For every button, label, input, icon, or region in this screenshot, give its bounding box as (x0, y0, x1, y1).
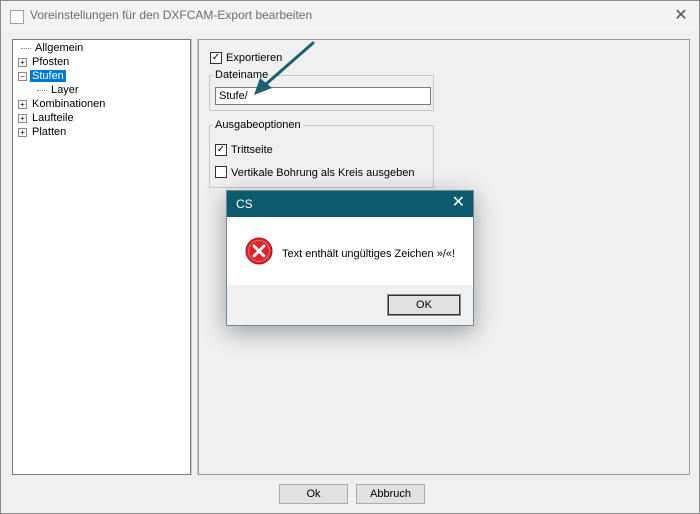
tree-item-label: Platten (32, 126, 67, 138)
cancel-button[interactable]: Abbruch (356, 484, 425, 504)
app-icon (10, 10, 24, 24)
error-dialog: CS ✕ Text enthält ungültiges Zeichen »/«… (226, 190, 474, 326)
tree-item-pfosten[interactable]: + Pfosten (18, 56, 71, 69)
tree-item-platten[interactable]: + Platten (18, 126, 68, 139)
tree-item-laufteile[interactable]: + Laufteile (18, 112, 76, 125)
collapse-icon[interactable]: − (18, 71, 27, 81)
settings-tree[interactable]: Allgemein + Pfosten − Stufen Layer + Kombin… (12, 39, 191, 475)
dialog-titlebar[interactable]: CS ✕ (227, 191, 473, 217)
dialog-ok-button[interactable]: OK (387, 294, 461, 316)
tree-item-label: Laufteile (32, 112, 74, 124)
dialog-close-icon[interactable]: ✕ (452, 194, 465, 212)
trittseite-checkbox[interactable]: ✓ (215, 144, 227, 156)
vertical-drilling-label: Vertikale Bohrung als Kreis ausgeben (231, 167, 415, 179)
tree-item-allgemein[interactable]: Allgemein (21, 42, 85, 55)
window-titlebar[interactable]: Voreinstellungen für den DXFCAM-Export b… (1, 1, 699, 31)
expand-icon[interactable]: + (18, 57, 27, 67)
tree-item-stufen[interactable]: − Stufen (18, 70, 66, 83)
tree-item-label: Layer (51, 84, 79, 96)
expand-icon[interactable]: + (18, 99, 27, 109)
tree-item-layer[interactable]: Layer (37, 84, 81, 97)
output-options-legend: Ausgabeoptionen (215, 119, 301, 131)
tree-item-label: Stufen (30, 70, 66, 82)
filename-group-legend: Dateiname (215, 69, 269, 81)
expand-icon[interactable]: + (18, 127, 27, 137)
tree-item-kombinationen[interactable]: + Kombinationen (18, 98, 107, 111)
tree-item-label: Allgemein (35, 42, 84, 54)
tree-item-label: Pfosten (32, 56, 70, 68)
tree-line-icon (37, 89, 47, 91)
window-close-icon[interactable]: ✕ (672, 7, 690, 25)
filename-input[interactable]: Stufe/ (215, 87, 431, 105)
tree-item-label: Kombinationen (32, 98, 106, 110)
ok-button[interactable]: Ok (279, 484, 348, 504)
error-icon (245, 237, 273, 265)
tree-line-icon (21, 47, 31, 49)
export-checkbox[interactable]: ✓ (210, 52, 222, 64)
dialog-footer: OK (227, 285, 473, 325)
error-message: Text enthält ungültiges Zeichen »/«! (282, 248, 456, 260)
trittseite-label: Trittseite (231, 144, 273, 156)
splitter-handle[interactable] (191, 39, 198, 475)
export-checkbox-label: Exportieren (226, 52, 283, 64)
window-title: Voreinstellungen für den DXFCAM-Export b… (30, 8, 313, 22)
dialog-title: CS (236, 197, 253, 211)
vertical-drilling-checkbox[interactable] (215, 166, 227, 178)
expand-icon[interactable]: + (18, 113, 27, 123)
